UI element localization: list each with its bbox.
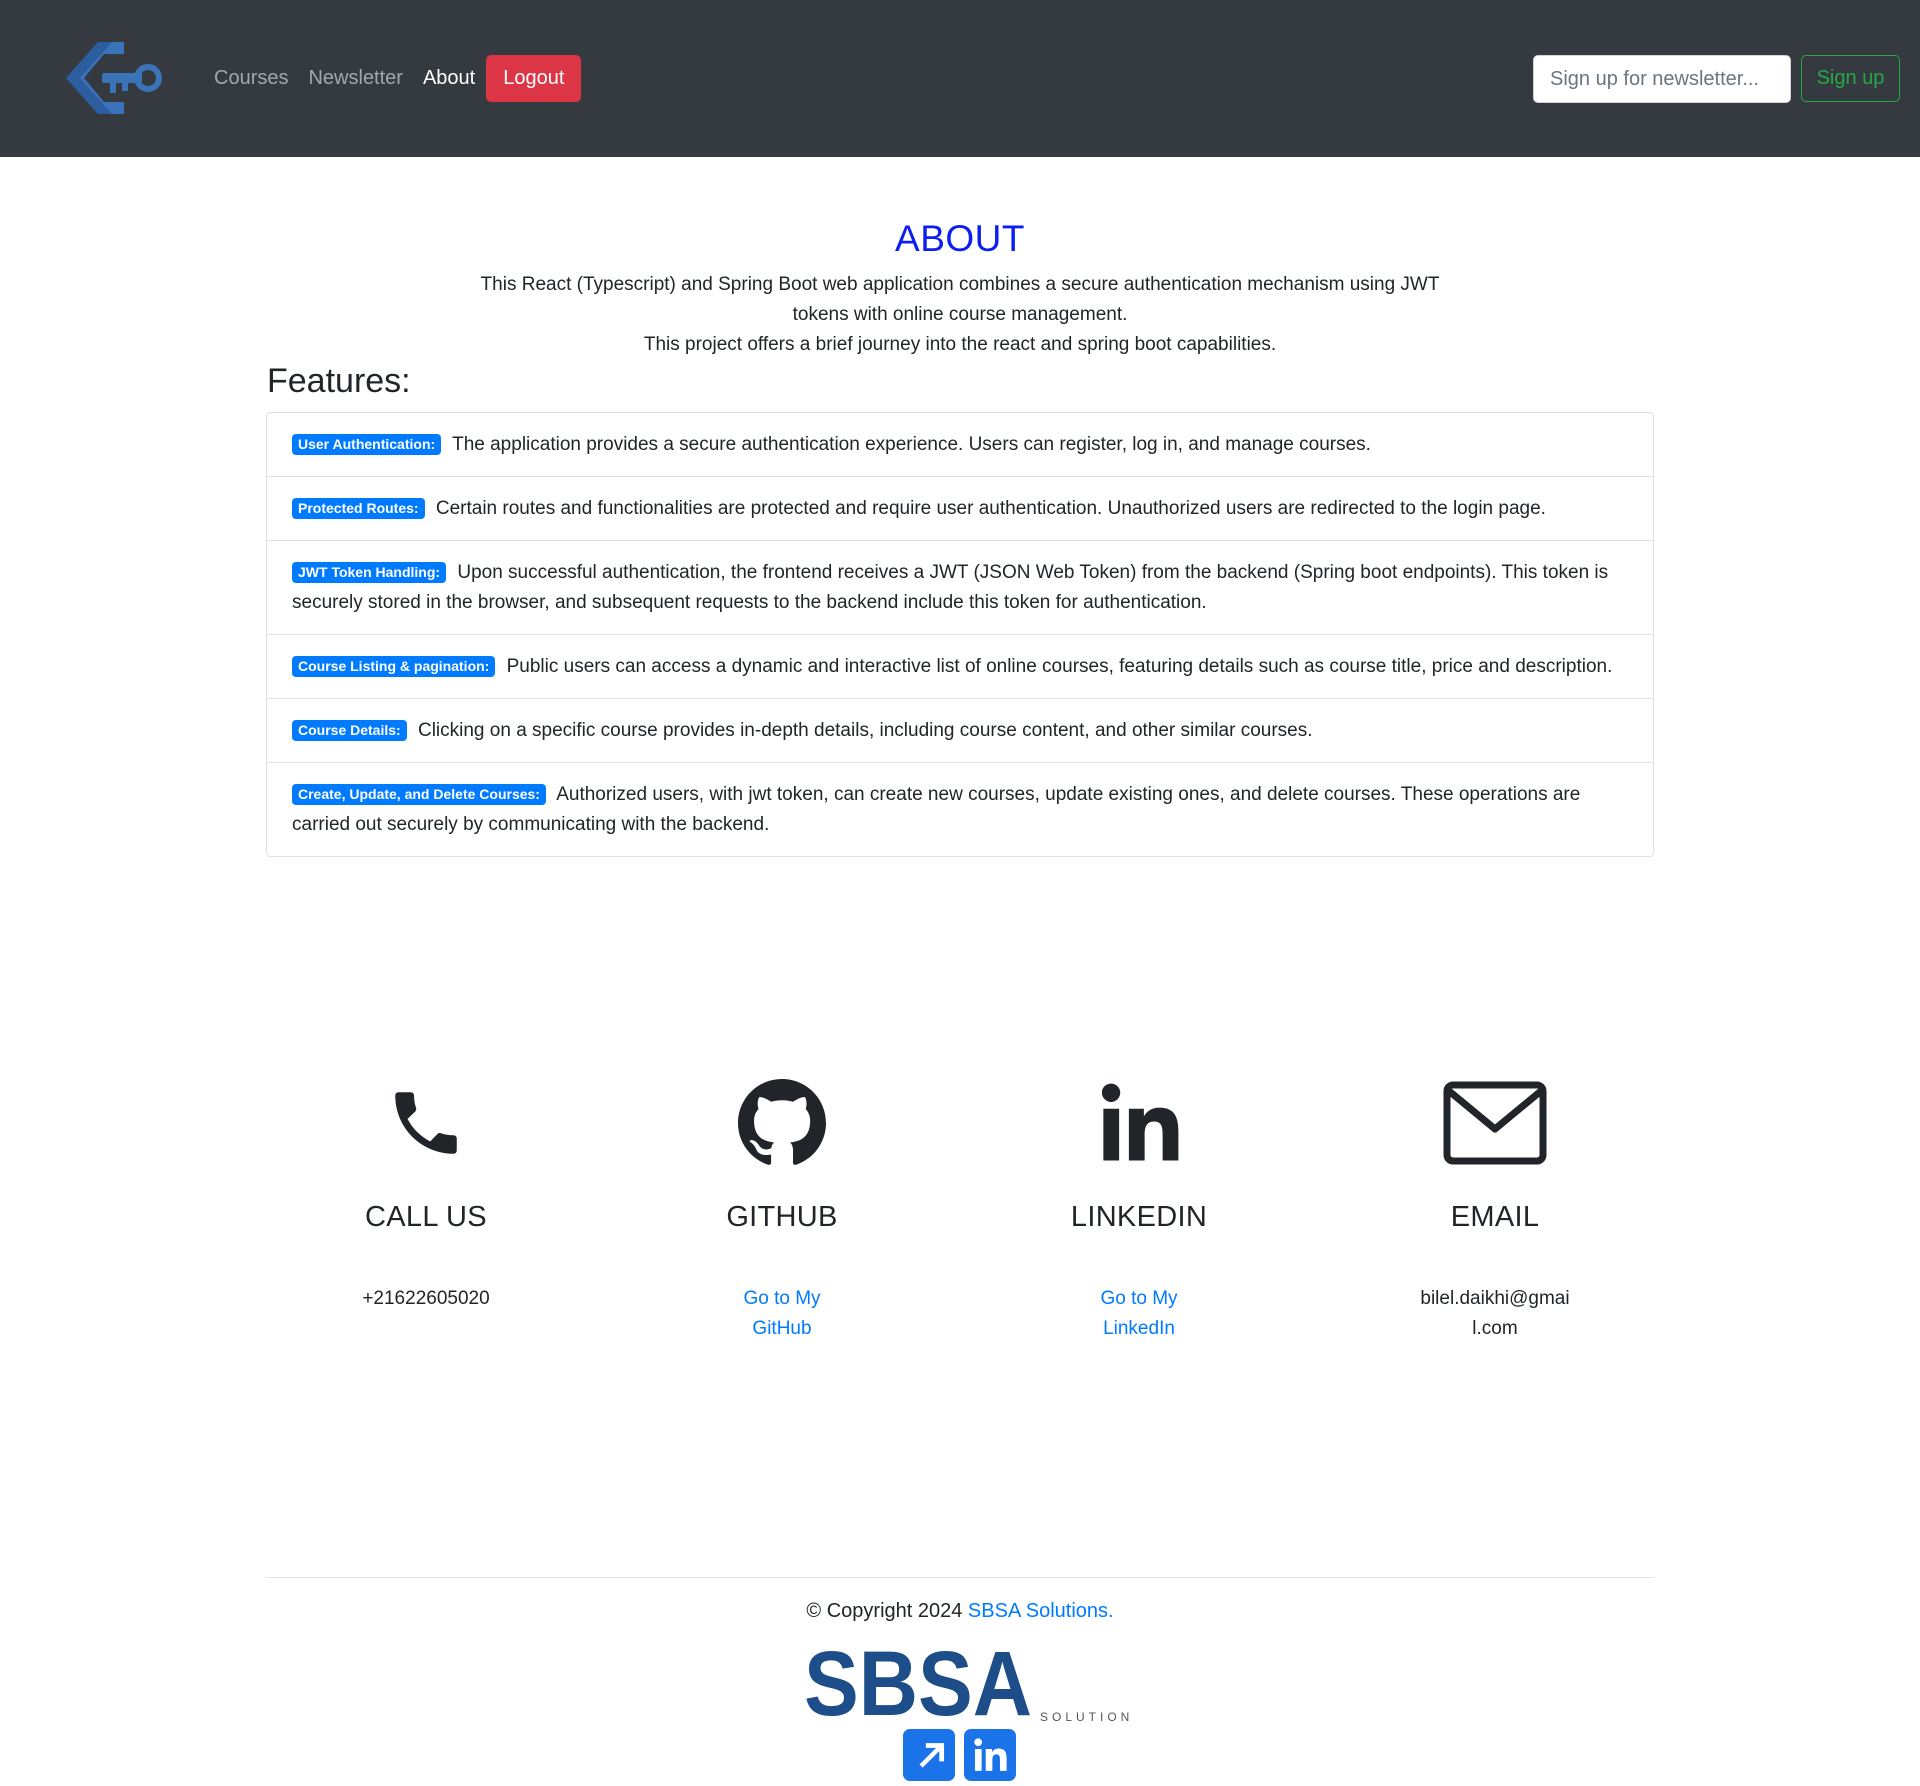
feature-item: JWT Token Handling: Upon successful auth… bbox=[267, 541, 1653, 635]
feature-text: The application provides a secure authen… bbox=[452, 434, 1371, 455]
phone-icon bbox=[341, 1075, 511, 1170]
feature-item: Protected Routes: Certain routes and fun… bbox=[267, 477, 1653, 541]
linkedin-icon bbox=[974, 1738, 1007, 1771]
linkedin-link[interactable]: Go to My LinkedIn bbox=[1054, 1284, 1224, 1344]
contact-call: CALL US +21622605020 bbox=[341, 1075, 511, 1314]
contact-github: GITHUB Go to My GitHub bbox=[697, 1075, 867, 1344]
nav-link-newsletter[interactable]: Newsletter bbox=[298, 67, 412, 90]
features-title: Features: bbox=[267, 362, 411, 400]
feature-item: Create, Update, and Delete Courses: Auth… bbox=[267, 763, 1653, 856]
features-list: User Authentication: The application pro… bbox=[266, 412, 1654, 857]
envelope-icon bbox=[1410, 1075, 1580, 1170]
feature-text: Clicking on a specific course provides i… bbox=[417, 720, 1313, 741]
contact-title: LINKEDIN bbox=[1070, 1201, 1208, 1233]
footer-divider bbox=[266, 1577, 1654, 1578]
sbsa-logo: SBSA SOLUTIONS bbox=[804, 1643, 1134, 1723]
navbar: Courses Newsletter About Logout Sign up bbox=[0, 0, 1920, 157]
sbsa-logo-subtext: SOLUTIONS bbox=[1040, 1710, 1134, 1723]
newsletter-email-input[interactable] bbox=[1533, 55, 1791, 103]
feature-badge: Course Listing & pagination: bbox=[292, 656, 496, 677]
linkedin-button[interactable] bbox=[964, 1729, 1016, 1781]
github-icon bbox=[697, 1075, 867, 1170]
signup-button[interactable]: Sign up bbox=[1801, 55, 1900, 102]
arrow-up-right-icon bbox=[919, 1743, 945, 1768]
about-description: This React (Typescript) and Spring Boot … bbox=[455, 270, 1465, 360]
linkedin-icon bbox=[1054, 1075, 1224, 1170]
about-line-2: This project offers a brief journey into… bbox=[643, 334, 1277, 355]
feature-badge: User Authentication: bbox=[292, 434, 442, 455]
company-link[interactable]: SBSA Solutions. bbox=[968, 1600, 1114, 1622]
logout-button[interactable]: Logout bbox=[486, 54, 582, 102]
feature-text: Certain routes and functionalities are p… bbox=[435, 498, 1546, 519]
contact-linkedin: LINKEDIN Go to My LinkedIn bbox=[1054, 1075, 1224, 1344]
feature-item: Course Listing & pagination: Public user… bbox=[267, 635, 1653, 699]
email-address: bilel.daikhi@gmail.com bbox=[1420, 1288, 1570, 1339]
nav-links: Courses Newsletter About Logout bbox=[204, 54, 582, 102]
feature-badge: Create, Update, and Delete Courses: bbox=[292, 784, 546, 805]
copyright: © Copyright 2024 SBSA Solutions. bbox=[0, 1600, 1920, 1623]
feature-badge: Course Details: bbox=[292, 720, 407, 741]
contact-email: EMAIL bilel.daikhi@gmail.com bbox=[1410, 1075, 1580, 1344]
contact-title: EMAIL bbox=[1450, 1201, 1540, 1233]
nav-link-courses[interactable]: Courses bbox=[204, 67, 298, 90]
feature-text: Public users can access a dynamic and in… bbox=[506, 656, 1613, 677]
external-link-button[interactable] bbox=[903, 1729, 955, 1781]
copyright-text: © Copyright 2024 bbox=[806, 1600, 963, 1622]
github-link[interactable]: Go to My GitHub bbox=[697, 1284, 867, 1344]
phone-number: +21622605020 bbox=[362, 1288, 490, 1309]
feature-badge: Protected Routes: bbox=[292, 498, 425, 519]
contact-title: CALL US bbox=[365, 1201, 487, 1233]
feature-text: Upon successful authentication, the fron… bbox=[292, 562, 1609, 613]
nav-link-about[interactable]: About bbox=[413, 67, 485, 90]
contact-title: GITHUB bbox=[726, 1201, 838, 1233]
about-title: ABOUT bbox=[895, 218, 1025, 259]
feature-item: User Authentication: The application pro… bbox=[267, 413, 1653, 477]
sbsa-logo-text: SBSA bbox=[804, 1643, 1032, 1723]
feature-badge: JWT Token Handling: bbox=[292, 562, 447, 583]
app-logo[interactable] bbox=[62, 40, 164, 116]
feature-item: Course Details: Clicking on a specific c… bbox=[267, 699, 1653, 763]
about-line-1: This React (Typescript) and Spring Boot … bbox=[480, 274, 1440, 325]
